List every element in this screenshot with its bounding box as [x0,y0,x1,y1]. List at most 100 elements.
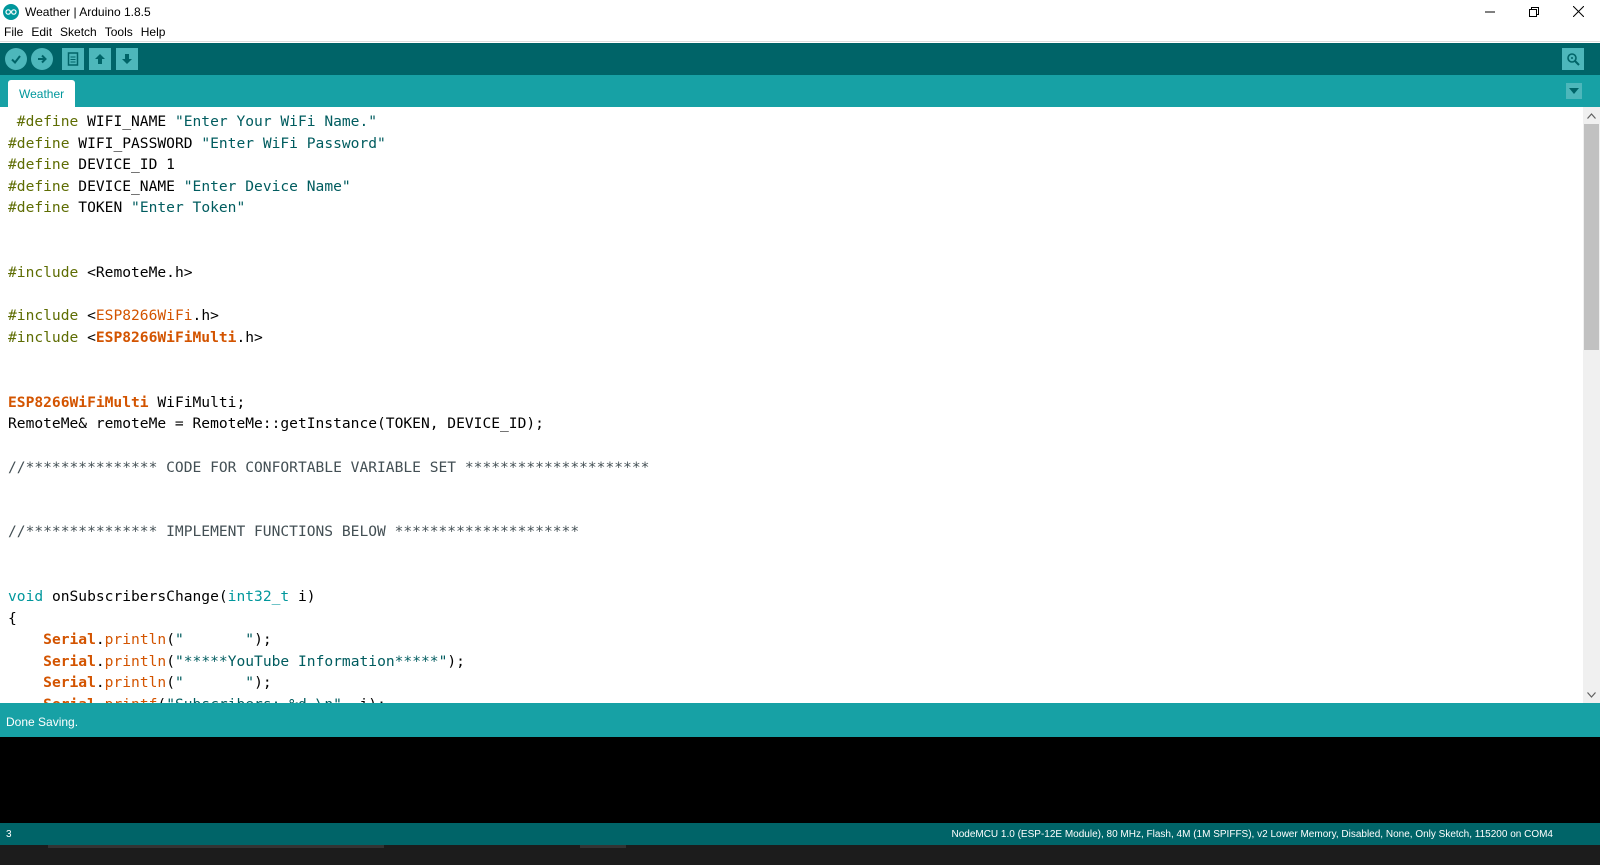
code-line[interactable]: #define TOKEN "Enter Token" [8,197,649,219]
code-token: #include [8,307,79,325]
verify-icon[interactable] [5,48,27,70]
code-line[interactable] [8,284,649,306]
footer-bar: 3 NodeMCU 1.0 (ESP-12E Module), 80 MHz, … [0,823,1600,845]
open-icon[interactable] [89,48,111,70]
code-token: i) [289,588,316,606]
code-token: Serial [43,652,96,670]
code-token: ( [166,674,175,692]
code-line[interactable]: Serial.printf("Subscribers: %d \n", i); [8,694,649,703]
code-line[interactable]: //*************** CODE FOR CONFORTABLE V… [8,457,649,479]
window-controls [1468,0,1600,23]
code-token: void [8,588,44,606]
menu-sketch[interactable]: Sketch [56,25,101,39]
code-editor[interactable]: #define WIFI_NAME "Enter Your WiFi Name.… [0,107,1583,703]
taskbar-segment [580,845,626,848]
code-line[interactable]: #define WIFI_NAME "Enter Your WiFi Name.… [8,111,649,133]
code-line[interactable]: void onSubscribersChange(int32_t i) [8,586,649,608]
console-output[interactable] [0,737,1600,823]
code-token: ESP8266WiFi [95,307,193,325]
window-title: Weather | Arduino 1.8.5 [25,4,151,19]
code-token: .h> [192,307,219,325]
code-content[interactable]: #define WIFI_NAME "Enter Your WiFi Name.… [8,111,649,703]
code-line[interactable] [8,543,649,565]
scroll-up-icon[interactable] [1583,107,1600,124]
menu-bar: File Edit Sketch Tools Help [0,23,1600,42]
code-token: ); [447,652,465,670]
code-token: WIFI_PASSWORD [69,134,202,152]
code-line[interactable] [8,349,649,371]
code-token: WiFiMulti; [148,393,246,411]
code-line[interactable]: #include <ESP8266WiFiMulti.h> [8,327,649,349]
code-token: ); [254,631,272,649]
code-token: . [95,674,105,692]
code-token: , i); [342,696,386,703]
code-token: #include [8,264,79,282]
save-icon[interactable] [116,48,138,70]
code-token: #define [8,113,79,130]
code-line[interactable] [8,370,649,392]
upload-icon[interactable] [31,48,53,70]
code-token: . [96,696,105,703]
code-line[interactable] [8,500,649,522]
taskbar-strip [0,845,1600,865]
code-line[interactable]: #include <ESP8266WiFi.h> [8,305,649,327]
line-number: 3 [6,828,12,840]
code-line[interactable]: #define DEVICE_ID 1 [8,154,649,176]
code-token: "Enter Your WiFi Name." [174,113,378,130]
code-token: . [95,631,105,649]
code-line[interactable]: ESP8266WiFiMulti WiFiMulti; [8,392,649,414]
code-token: println [104,631,167,649]
code-token: printf [105,696,158,703]
arduino-logo-icon [3,3,19,20]
code-token: < [78,307,96,325]
code-line[interactable]: { [8,608,649,630]
code-line[interactable]: Serial.println(" "); [8,672,649,694]
code-line[interactable]: #define WIFI_PASSWORD "Enter WiFi Passwo… [8,133,649,155]
code-line[interactable]: //*************** IMPLEMENT FUNCTIONS BE… [8,521,649,543]
code-line[interactable] [8,435,649,457]
code-token: //*************** CODE FOR CONFORTABLE V… [8,458,650,476]
toolbar [0,43,1600,75]
scroll-down-icon[interactable] [1583,686,1600,703]
code-token: ); [254,674,272,692]
code-token: "Enter WiFi Password" [201,134,386,152]
code-token: Serial [43,696,96,703]
code-line[interactable] [8,564,649,586]
code-token: { [8,609,17,627]
new-icon[interactable] [62,48,84,70]
code-token: ( [166,652,175,670]
code-token: #define [8,134,70,152]
tab-weather[interactable]: Weather [8,80,76,107]
code-token: " " [174,674,255,692]
editor-scrollbar[interactable] [1583,107,1600,703]
code-line[interactable]: #include <RemoteMe.h> [8,262,649,284]
code-token: < [78,328,96,346]
code-line[interactable]: Serial.println(" "); [8,629,649,651]
menu-edit[interactable]: Edit [27,25,56,39]
code-line[interactable] [8,241,649,263]
board-info: NodeMCU 1.0 (ESP-12E Module), 80 MHz, Fl… [951,828,1553,840]
code-line[interactable]: RemoteMe& remoteMe = RemoteMe::getInstan… [8,413,649,435]
tab-menu-icon[interactable] [1566,83,1582,99]
menu-tools[interactable]: Tools [101,25,137,39]
code-token: "Enter Device Name" [183,177,351,195]
restore-icon[interactable] [1512,0,1556,23]
close-icon[interactable] [1556,0,1600,23]
code-token: println [104,652,167,670]
code-token: DEVICE_ID 1 [69,156,175,174]
menu-help[interactable]: Help [137,25,170,39]
serial-monitor-icon[interactable] [1562,48,1584,70]
code-line[interactable] [8,219,649,241]
scrollbar-thumb[interactable] [1584,124,1599,350]
menu-file[interactable]: File [0,25,27,39]
code-token: onSubscribersChange( [43,588,228,606]
minimize-icon[interactable] [1468,0,1512,23]
code-line[interactable]: Serial.println("*****YouTube Information… [8,651,649,673]
title-bar: Weather | Arduino 1.8.5 [0,0,1600,23]
code-line[interactable] [8,478,649,500]
code-line[interactable]: #define DEVICE_NAME "Enter Device Name" [8,176,649,198]
code-token: ESP8266WiFiMulti [8,393,149,411]
